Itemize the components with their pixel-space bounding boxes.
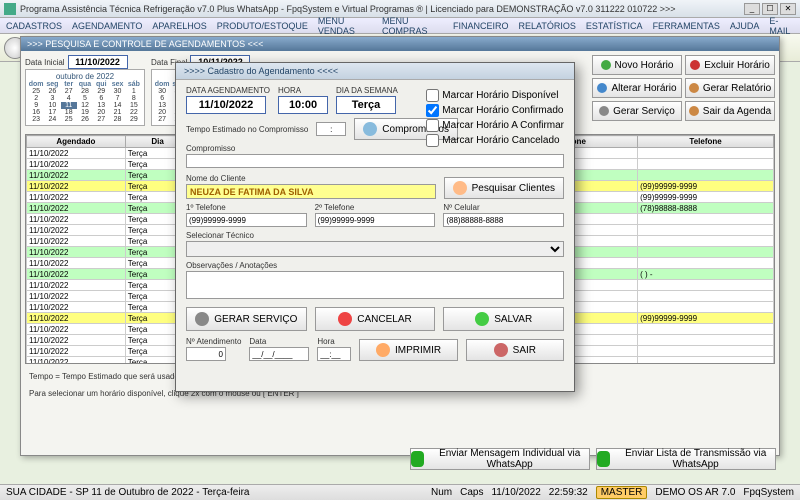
modal-title: >>>> Cadastro do Agendamento <<<<: [176, 63, 574, 80]
n-atend-input[interactable]: [186, 347, 226, 361]
nome-cliente-label: Nome do Cliente: [186, 174, 436, 183]
tempo-est-label: Tempo Estimado no Compromisso: [186, 125, 308, 134]
close-button[interactable]: ✕: [780, 3, 796, 15]
calendar-october[interactable]: outubro de 2022 domsegterquaquisexsáb 25…: [25, 69, 145, 126]
scheduling-window-title: >>> PESQUISA E CONTROLE DE AGENDAMENTOS …: [21, 37, 779, 51]
statusbar: SUA CIDADE - SP 11 de Outubro de 2022 - …: [0, 484, 800, 500]
check-icon: [475, 312, 489, 326]
menubar: CADASTROS AGENDAMENTO APARELHOS PRODUTO/…: [0, 18, 800, 34]
dia-semana-label: DIA DA SEMANA: [336, 86, 398, 95]
sair-button[interactable]: SAIR: [466, 339, 564, 361]
menu-financeiro[interactable]: FINANCEIRO: [453, 21, 509, 31]
nome-cliente-input[interactable]: [186, 184, 436, 199]
edit-icon: [597, 83, 607, 93]
imprimir-button[interactable]: IMPRIMIR: [359, 339, 457, 361]
data-agend-label: DATA AGENDAMENTO: [186, 86, 270, 95]
app-title: Programa Assistência Técnica Refrigeraçã…: [20, 4, 744, 14]
data-bottom-input[interactable]: [249, 347, 309, 361]
check-confirmado[interactable]: Marcar Horário Confirmado: [426, 104, 564, 117]
cancel-icon: [338, 312, 352, 326]
menu-produto[interactable]: PRODUTO/ESTOQUE: [217, 21, 308, 31]
plus-icon: [601, 60, 611, 70]
app-icon: [4, 3, 16, 15]
data-agend-input[interactable]: [186, 96, 266, 114]
status-master: MASTER: [596, 486, 648, 499]
tecnico-label: Selecionar Técnico: [186, 231, 564, 240]
wa-lista-button[interactable]: Enviar Lista de Transmissão via WhatsApp: [596, 448, 776, 470]
exit-icon: [689, 106, 699, 116]
status-brand: FpqSystem: [743, 487, 794, 498]
menu-vendas[interactable]: MENU VENDAS: [318, 16, 372, 36]
whatsapp-icon: [411, 451, 424, 467]
data-inicial-input[interactable]: [68, 55, 128, 69]
whatsapp-icon: [597, 451, 610, 467]
salvar-button[interactable]: SALVAR: [443, 307, 564, 331]
menu-ajuda[interactable]: AJUDA: [730, 21, 760, 31]
n-atend-label: Nº Atendimento: [186, 337, 241, 346]
hora-input[interactable]: [278, 96, 328, 114]
data-inicial-label: Data Inicial: [25, 58, 65, 67]
menu-ferramentas[interactable]: FERRAMENTAS: [653, 21, 720, 31]
grid-header[interactable]: Agendado: [27, 136, 126, 148]
status-caps: Caps: [460, 487, 483, 498]
celular-input[interactable]: [443, 213, 564, 227]
sair-agenda-button[interactable]: Sair da Agenda: [685, 101, 775, 121]
tel2-input[interactable]: [315, 213, 436, 227]
menu-relatorios[interactable]: RELATÓRIOS: [519, 21, 576, 31]
check-disponivel[interactable]: Marcar Horário Disponível: [426, 89, 564, 102]
novo-horario-button[interactable]: Novo Horário: [592, 55, 682, 75]
menu-email[interactable]: E-MAIL: [769, 16, 794, 36]
check-a-confirmar[interactable]: Marcar Horário A Confirmar: [426, 119, 564, 132]
grid-header[interactable]: Telefone: [638, 136, 774, 148]
cancelar-button[interactable]: CANCELAR: [315, 307, 436, 331]
alterar-horario-button[interactable]: Alterar Horário: [592, 78, 682, 98]
tel1-input[interactable]: [186, 213, 307, 227]
search-icon: [363, 122, 377, 136]
status-num: Num: [431, 487, 452, 498]
tel2-label: 2º Telefone: [315, 203, 436, 212]
gerar-relatorio-button[interactable]: Gerar Relatório: [685, 78, 775, 98]
dia-semana-input: [336, 96, 396, 114]
calendar-month-label: outubro de 2022: [28, 72, 142, 81]
menu-cadastros[interactable]: CADASTROS: [6, 21, 62, 31]
exit-icon: [494, 343, 508, 357]
obs-label: Observações / Anotações: [186, 261, 564, 270]
gear-icon: [195, 312, 209, 326]
obs-textarea[interactable]: [186, 271, 564, 299]
check-cancelado[interactable]: Marcar Horário Cancelado: [426, 134, 564, 147]
cadastro-agendamento-dialog: >>>> Cadastro do Agendamento <<<< DATA A…: [175, 62, 575, 392]
gear-icon: [599, 106, 609, 116]
menu-aparelhos[interactable]: APARELHOS: [152, 21, 206, 31]
gerar-servico-modal-button[interactable]: GERAR SERVIÇO: [186, 307, 307, 331]
tempo-est-input[interactable]: [316, 122, 346, 136]
status-time: 22:59:32: [549, 487, 588, 498]
wa-individual-button[interactable]: Enviar Mensagem Individual via WhatsApp: [410, 448, 590, 470]
status-location: SUA CIDADE - SP 11 de Outubro de 2022 - …: [6, 487, 249, 498]
people-icon: [453, 181, 467, 195]
x-icon: [690, 60, 700, 70]
data-bottom-label: Data: [249, 337, 309, 346]
tel1-label: 1º Telefone: [186, 203, 307, 212]
hora-bottom-input[interactable]: [317, 347, 351, 361]
report-icon: [689, 83, 699, 93]
pesquisar-clientes-button[interactable]: Pesquisar Clientes: [444, 177, 564, 199]
menu-estatistica[interactable]: ESTATÍSTICA: [586, 21, 643, 31]
tecnico-select[interactable]: [186, 241, 564, 257]
hora-label: HORA: [278, 86, 328, 95]
menu-agendamento[interactable]: AGENDAMENTO: [72, 21, 142, 31]
maximize-button[interactable]: ☐: [762, 3, 778, 15]
menu-compras[interactable]: MENU COMPRAS: [382, 16, 443, 36]
celular-label: Nº Celular: [443, 203, 564, 212]
gerar-servico-button[interactable]: Gerar Serviço: [592, 101, 682, 121]
status-demo: DEMO OS AR 7.0: [655, 487, 735, 498]
status-date: 11/10/2022: [491, 487, 540, 498]
excluir-horario-button[interactable]: Excluir Horário: [685, 55, 775, 75]
print-icon: [376, 343, 390, 357]
minimize-button[interactable]: _: [744, 3, 760, 15]
hora-bottom-label: Hora: [317, 337, 351, 346]
compromisso-input[interactable]: [186, 154, 564, 168]
